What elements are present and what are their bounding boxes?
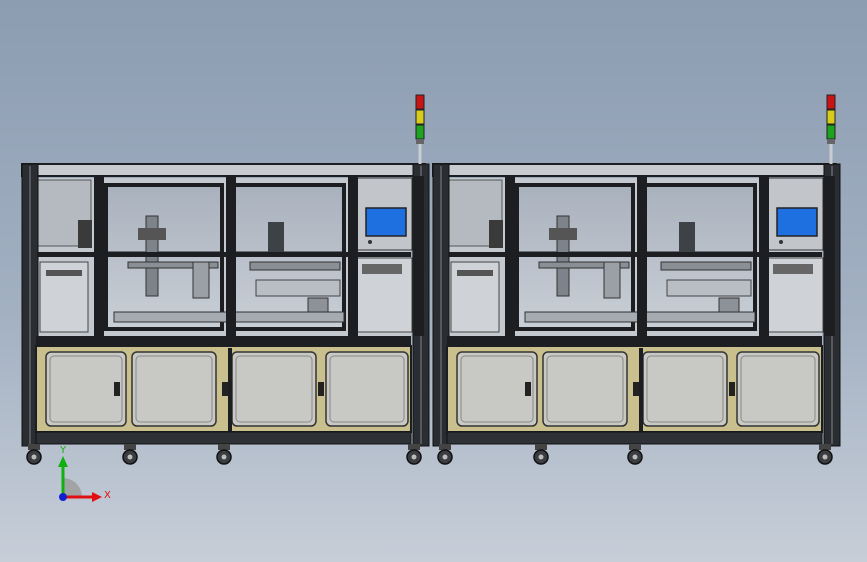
caster-hub: [221, 454, 227, 460]
conveyor-2: [666, 279, 752, 297]
cabinet-door-4: [325, 351, 409, 427]
signal-light-3: [826, 124, 836, 140]
x-axis-arrowhead: [92, 492, 102, 502]
top-frame-beam: [432, 163, 837, 177]
fixture: [718, 297, 740, 313]
cabinet-door-3: [231, 351, 317, 427]
caster-hub: [31, 454, 37, 460]
cabinet-top-beam: [36, 336, 411, 346]
inner-post-2: [637, 176, 647, 336]
caster-hub: [538, 454, 544, 460]
right-bay-module: [773, 264, 813, 274]
caster-mount: [28, 444, 40, 450]
caster-mount: [629, 444, 641, 450]
caster-mount: [124, 444, 136, 450]
caster-hub: [127, 454, 133, 460]
machine-module-1: [21, 94, 430, 465]
door-handle-3: [729, 382, 735, 396]
caster-mount: [535, 444, 547, 450]
y-axis-label: Y: [59, 445, 67, 456]
axis-carriage-1: [549, 228, 577, 240]
hmi-button: [368, 240, 372, 244]
inner-post-4: [825, 176, 835, 336]
caster-mount: [439, 444, 451, 450]
z-axis-origin: [59, 493, 67, 501]
hmi-screen: [365, 207, 407, 237]
signal-tower-base: [827, 140, 835, 144]
door-handle-2: [222, 382, 228, 396]
inner-post-1: [505, 176, 515, 336]
axis-triad: X Y: [58, 445, 111, 502]
door-handle-3: [318, 382, 324, 396]
caster-mount: [819, 444, 831, 450]
signal-light-1: [415, 94, 425, 110]
signal-light-3: [415, 124, 425, 140]
base-frame: [35, 431, 412, 445]
fixture: [307, 297, 329, 313]
signal-light-1: [826, 94, 836, 110]
base-frame: [446, 431, 823, 445]
caster-hub: [822, 454, 828, 460]
linear-rail-2: [660, 261, 752, 271]
cabinet-door-2: [131, 351, 217, 427]
inner-post-1: [94, 176, 104, 336]
axis-triad-plane: [63, 478, 82, 497]
machine-module-2: [432, 94, 841, 465]
inner-post-3: [348, 176, 358, 336]
inner-post-4: [414, 176, 424, 336]
x-axis-label: X: [104, 490, 111, 501]
cabinet-door-3: [642, 351, 728, 427]
machine-assembly: [21, 94, 841, 465]
linear-rail-2: [249, 261, 341, 271]
caster-mount: [408, 444, 420, 450]
top-frame-beam: [21, 163, 426, 177]
axis-carriage-1: [138, 228, 166, 240]
caster-hub: [411, 454, 417, 460]
inner-post-2: [226, 176, 236, 336]
cabinet-door-2: [542, 351, 628, 427]
gripper-1: [603, 261, 621, 299]
servo-motor-2: [268, 222, 284, 254]
y-axis-arrowhead: [58, 456, 68, 467]
cad-viewport[interactable]: X Y: [0, 0, 867, 562]
left-bay-rail: [46, 270, 82, 276]
left-bay-motor: [78, 220, 92, 248]
hmi-button: [779, 240, 783, 244]
cabinet-door-4: [736, 351, 820, 427]
conveyor-2: [255, 279, 341, 297]
cabinet-top-beam: [447, 336, 822, 346]
caster-hub: [442, 454, 448, 460]
left-bay-rail: [457, 270, 493, 276]
caster-mount: [218, 444, 230, 450]
gripper-1: [192, 261, 210, 299]
right-bay-module: [362, 264, 402, 274]
signal-tower-base: [416, 140, 424, 144]
caster-hub: [632, 454, 638, 460]
signal-light-2: [826, 109, 836, 125]
door-handle-1: [525, 382, 531, 396]
servo-motor-2: [679, 222, 695, 254]
door-handle-2: [633, 382, 639, 396]
left-bay-motor: [489, 220, 503, 248]
signal-light-2: [415, 109, 425, 125]
hmi-screen: [776, 207, 818, 237]
inner-post-3: [759, 176, 769, 336]
door-handle-1: [114, 382, 120, 396]
